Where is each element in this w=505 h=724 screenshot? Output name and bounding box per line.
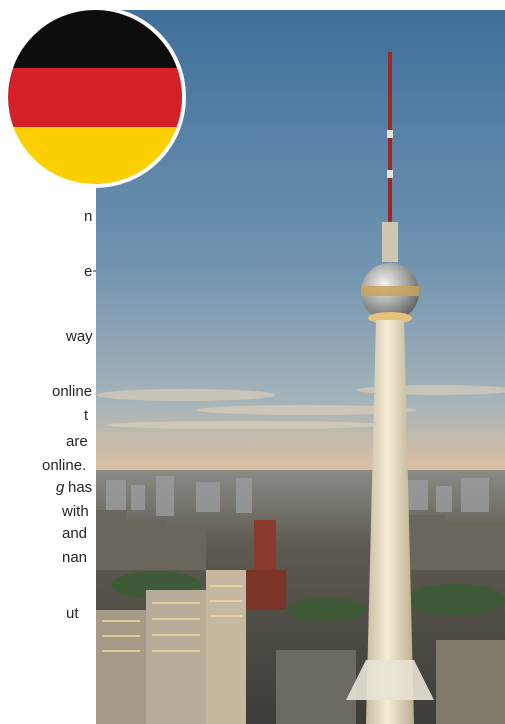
flag-band-black <box>8 10 182 68</box>
text-fragment: has <box>68 479 93 496</box>
text-fragment: nan <box>62 549 88 566</box>
text-fragment: way <box>66 328 93 345</box>
text-fragment: and <box>62 525 88 542</box>
german-flag-icon <box>8 10 182 184</box>
text-fragment: online. <box>42 457 87 474</box>
text-fragment: ut <box>66 605 79 622</box>
text-fragment: are <box>66 433 88 450</box>
text-fragment-italic: g <box>56 479 65 496</box>
text-fragment: online <box>52 383 93 400</box>
text-fragment: t <box>84 407 89 424</box>
flag-band-gold <box>8 127 182 184</box>
text-fragment: n <box>84 208 93 225</box>
text-fragment: e+, <box>84 263 96 280</box>
flag-band-red <box>8 68 182 127</box>
text-fragment: with <box>62 503 89 520</box>
